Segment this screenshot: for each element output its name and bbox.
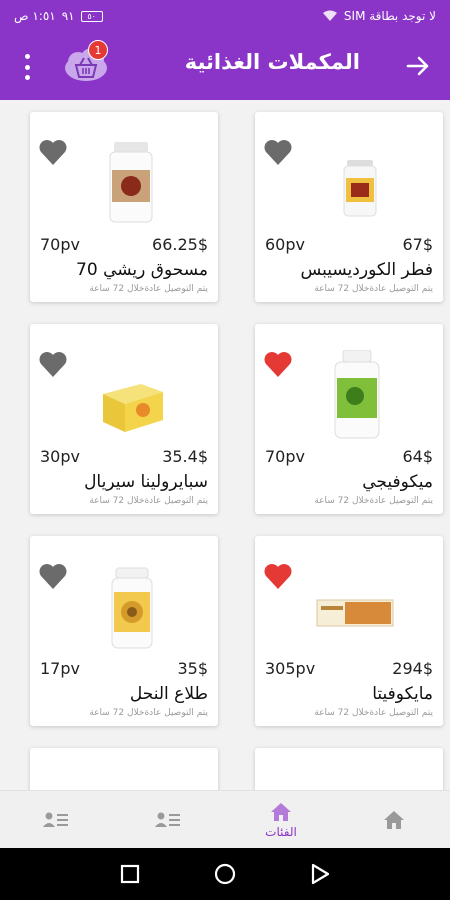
product-pv: 305pv <box>265 659 316 678</box>
delivery-note: يتم التوصيل عادةخلال 72 ساعة <box>314 496 433 506</box>
product-image <box>103 384 163 432</box>
product-card[interactable]: 67$ 60pv فطر الكورديسيبس يتم التوصيل عاد… <box>255 112 443 302</box>
cart-count-badge: 1 <box>88 40 108 60</box>
wifi-icon <box>322 10 337 21</box>
product-name: فطر الكورديسيبس <box>300 260 433 280</box>
product-price: 64$ <box>402 447 433 466</box>
product-grid: 67$ 60pv فطر الكورديسيبس يتم التوصيل عاد… <box>0 100 450 790</box>
product-name: ميكوفيجي <box>362 472 433 492</box>
product-pv: 30pv <box>40 447 80 466</box>
nav-profile[interactable] <box>0 791 112 849</box>
signal-text: ٩١ <box>61 9 75 23</box>
favorite-heart-icon[interactable] <box>263 562 293 590</box>
product-card[interactable]: 35.4$ 30pv سبايرولينا سيريال يتم التوصيل… <box>30 324 218 514</box>
page-title: المكملات الغذائية <box>184 50 360 74</box>
person-list-icon <box>43 812 68 827</box>
favorite-heart-icon[interactable] <box>38 562 68 590</box>
delivery-note: يتم التوصيل عادةخلال 72 ساعة <box>89 708 208 718</box>
home-icon <box>384 811 404 829</box>
product-pv: 70pv <box>40 235 80 254</box>
favorite-heart-icon[interactable] <box>263 138 293 166</box>
product-name: مايكوفيتا <box>372 684 433 704</box>
product-price: 66.25$ <box>152 235 208 254</box>
home-circle-icon[interactable] <box>213 862 237 886</box>
product-card[interactable] <box>255 748 443 790</box>
product-pv: 60pv <box>265 235 305 254</box>
status-time: ١:٥١ ص <box>14 9 56 23</box>
product-image <box>316 599 394 627</box>
product-card[interactable]: 35$ 17pv طلاع النحل يتم التوصيل عادةخلال… <box>30 536 218 726</box>
system-nav-bar <box>0 848 450 900</box>
recent-apps-icon[interactable] <box>118 862 142 886</box>
status-left: ٥٠ ٩١ ١:٥١ ص <box>14 9 103 23</box>
delivery-note: يتم التوصيل عادةخلال 72 ساعة <box>314 708 433 718</box>
product-name: سبايرولينا سيريال <box>84 472 208 492</box>
product-price: 35.4$ <box>162 447 208 466</box>
nav-categories[interactable]: الفئات <box>225 791 337 849</box>
categories-home-icon <box>271 803 291 821</box>
product-image <box>111 567 153 649</box>
product-pv: 70pv <box>265 447 305 466</box>
product-image <box>109 142 153 223</box>
product-name: مسحوق ريشي 70 <box>76 260 208 280</box>
favorite-heart-icon[interactable] <box>38 138 68 166</box>
product-price: 294$ <box>392 659 433 678</box>
product-card[interactable]: 66.25$ 70pv مسحوق ريشي 70 يتم التوصيل عا… <box>30 112 218 302</box>
back-triangle-icon[interactable] <box>308 862 332 886</box>
status-bar: ٥٠ ٩١ ١:٥١ ص لا توجد بطاقة SIM <box>0 0 450 32</box>
more-options-icon[interactable] <box>20 54 34 80</box>
product-card[interactable] <box>30 748 218 790</box>
product-name: طلاع النحل <box>129 684 208 704</box>
delivery-note: يتم التوصيل عادةخلال 72 ساعة <box>314 284 433 294</box>
bottom-nav: الفئات <box>0 790 450 848</box>
person-list-icon <box>155 812 180 827</box>
favorite-heart-icon[interactable] <box>38 350 68 378</box>
nav-account[interactable] <box>112 791 224 849</box>
battery-icon: ٥٠ <box>80 10 103 22</box>
product-price: 35$ <box>177 659 208 678</box>
product-card[interactable]: 294$ 305pv مايكوفيتا يتم التوصيل عادةخلا… <box>255 536 443 726</box>
product-image <box>334 350 380 439</box>
delivery-note: يتم التوصيل عادةخلال 72 ساعة <box>89 496 208 506</box>
back-arrow-icon[interactable] <box>404 52 432 80</box>
nav-home[interactable] <box>338 791 450 849</box>
product-image <box>343 160 377 217</box>
nav-categories-label: الفئات <box>265 825 297 839</box>
product-price: 67$ <box>402 235 433 254</box>
carrier-text: لا توجد بطاقة SIM <box>343 9 436 23</box>
status-right: لا توجد بطاقة SIM <box>322 9 436 23</box>
favorite-heart-icon[interactable] <box>263 350 293 378</box>
product-card[interactable]: 64$ 70pv ميكوفيجي يتم التوصيل عادةخلال 7… <box>255 324 443 514</box>
delivery-note: يتم التوصيل عادةخلال 72 ساعة <box>89 284 208 294</box>
app-bar: المكملات الغذائية 1 <box>0 32 450 100</box>
product-pv: 17pv <box>40 659 80 678</box>
